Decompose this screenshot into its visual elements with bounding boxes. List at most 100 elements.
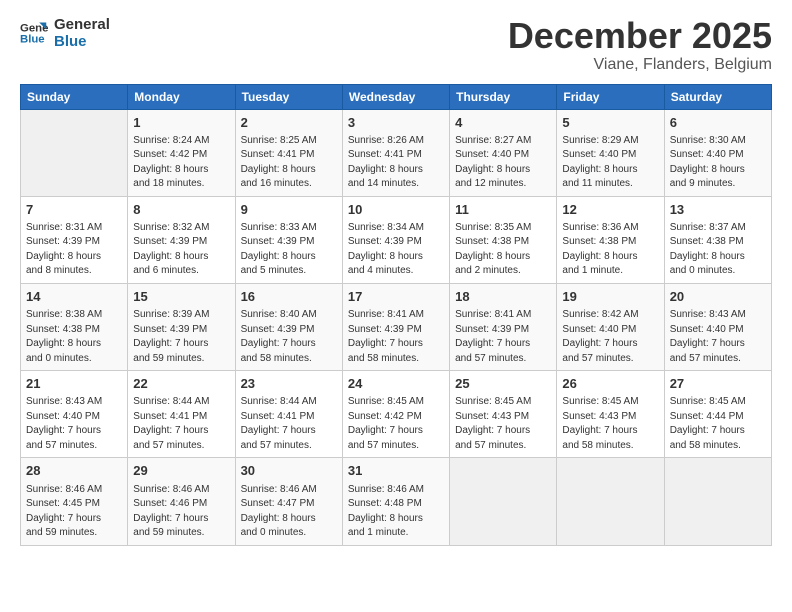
day-info: Sunrise: 8:30 AM Sunset: 4:40 PM Dayligh… [670,134,766,192]
location-subtitle: Viane, Flanders, Belgium [508,56,772,74]
day-info: Sunrise: 8:46 AM Sunset: 4:47 PM Dayligh… [241,483,337,541]
day-cell: 29 Sunrise: 8:46 AM Sunset: 4:46 PM Dayli… [128,458,235,545]
day-number: 29 [133,462,229,480]
title-section: December 2025 Viane, Flanders, Belgium [508,16,772,74]
day-info: Sunrise: 8:42 AM Sunset: 4:40 PM Dayligh… [562,308,658,366]
logo-blue: Blue [54,33,110,50]
day-info: Sunrise: 8:43 AM Sunset: 4:40 PM Dayligh… [26,395,122,453]
day-cell: 20 Sunrise: 8:43 AM Sunset: 4:40 PM Dayli… [664,283,771,370]
day-info: Sunrise: 8:43 AM Sunset: 4:40 PM Dayligh… [670,308,766,366]
week-row-4: 21Sunrise: 8:43 AM Sunset: 4:40 PM Dayli… [21,371,772,458]
day-number: 2 [241,114,337,132]
day-info: Sunrise: 8:27 AM Sunset: 4:40 PM Dayligh… [455,134,551,192]
day-cell: 24Sunrise: 8:45 AM Sunset: 4:42 PM Dayli… [342,371,449,458]
day-info: Sunrise: 8:39 AM Sunset: 4:39 PM Dayligh… [133,308,229,366]
day-info: Sunrise: 8:44 AM Sunset: 4:41 PM Dayligh… [241,395,337,453]
day-number: 30 [241,462,337,480]
day-cell: 28 Sunrise: 8:46 AM Sunset: 4:45 PM Dayli… [21,458,128,545]
day-cell: 2 Sunrise: 8:25 AM Sunset: 4:41 PM Daylig… [235,109,342,196]
day-number: 19 [562,288,658,306]
main-container: General Blue General Blue December 2025 … [0,0,792,556]
day-info: Sunrise: 8:45 AM Sunset: 4:43 PM Dayligh… [562,395,658,453]
day-number: 16 [241,288,337,306]
day-number: 12 [562,201,658,219]
day-number: 20 [670,288,766,306]
day-number: 4 [455,114,551,132]
day-cell: 15 Sunrise: 8:39 AM Sunset: 4:39 PM Dayli… [128,283,235,370]
day-info: Sunrise: 8:36 AM Sunset: 4:38 PM Dayligh… [562,221,658,279]
day-number: 10 [348,201,444,219]
day-info: Sunrise: 8:26 AM Sunset: 4:41 PM Dayligh… [348,134,444,192]
day-number: 24 [348,375,444,393]
day-number: 5 [562,114,658,132]
day-number: 17 [348,288,444,306]
day-info: Sunrise: 8:45 AM Sunset: 4:44 PM Dayligh… [670,395,766,453]
day-number: 13 [670,201,766,219]
day-cell: 1Sunrise: 8:24 AM Sunset: 4:42 PM Daylig… [128,109,235,196]
col-header-wednesday: Wednesday [342,84,449,109]
col-header-saturday: Saturday [664,84,771,109]
month-title: December 2025 [508,16,772,56]
day-cell: 7 Sunrise: 8:31 AM Sunset: 4:39 PM Daylig… [21,196,128,283]
day-number: 18 [455,288,551,306]
day-info: Sunrise: 8:46 AM Sunset: 4:46 PM Dayligh… [133,483,229,541]
day-info: Sunrise: 8:46 AM Sunset: 4:45 PM Dayligh… [26,483,122,541]
col-header-thursday: Thursday [450,84,557,109]
day-number: 22 [133,375,229,393]
day-info: Sunrise: 8:44 AM Sunset: 4:41 PM Dayligh… [133,395,229,453]
day-number: 15 [133,288,229,306]
day-info: Sunrise: 8:45 AM Sunset: 4:43 PM Dayligh… [455,395,551,453]
day-number: 9 [241,201,337,219]
day-number: 23 [241,375,337,393]
day-cell: 21Sunrise: 8:43 AM Sunset: 4:40 PM Dayli… [21,371,128,458]
day-cell [664,458,771,545]
col-header-friday: Friday [557,84,664,109]
day-cell: 16Sunrise: 8:40 AM Sunset: 4:39 PM Dayli… [235,283,342,370]
day-cell: 5Sunrise: 8:29 AM Sunset: 4:40 PM Daylig… [557,109,664,196]
day-cell: 22 Sunrise: 8:44 AM Sunset: 4:41 PM Dayli… [128,371,235,458]
header: General Blue General Blue December 2025 … [20,16,772,74]
day-cell: 31Sunrise: 8:46 AM Sunset: 4:48 PM Dayli… [342,458,449,545]
day-info: Sunrise: 8:38 AM Sunset: 4:38 PM Dayligh… [26,308,122,366]
day-cell: 3 Sunrise: 8:26 AM Sunset: 4:41 PM Daylig… [342,109,449,196]
day-cell [450,458,557,545]
day-number: 14 [26,288,122,306]
day-info: Sunrise: 8:37 AM Sunset: 4:38 PM Dayligh… [670,221,766,279]
day-cell [557,458,664,545]
day-info: Sunrise: 8:41 AM Sunset: 4:39 PM Dayligh… [455,308,551,366]
day-info: Sunrise: 8:25 AM Sunset: 4:41 PM Dayligh… [241,134,337,192]
day-cell: 8 Sunrise: 8:32 AM Sunset: 4:39 PM Daylig… [128,196,235,283]
week-row-3: 14 Sunrise: 8:38 AM Sunset: 4:38 PM Dayli… [21,283,772,370]
day-cell: 10 Sunrise: 8:34 AM Sunset: 4:39 PM Dayli… [342,196,449,283]
day-info: Sunrise: 8:41 AM Sunset: 4:39 PM Dayligh… [348,308,444,366]
logo-icon: General Blue [20,19,48,47]
day-number: 28 [26,462,122,480]
week-row-5: 28 Sunrise: 8:46 AM Sunset: 4:45 PM Dayli… [21,458,772,545]
calendar-header-row: SundayMondayTuesdayWednesdayThursdayFrid… [21,84,772,109]
week-row-2: 7 Sunrise: 8:31 AM Sunset: 4:39 PM Daylig… [21,196,772,283]
col-header-monday: Monday [128,84,235,109]
svg-text:Blue: Blue [20,34,45,46]
day-number: 3 [348,114,444,132]
day-cell: 26Sunrise: 8:45 AM Sunset: 4:43 PM Dayli… [557,371,664,458]
day-number: 25 [455,375,551,393]
day-cell: 11Sunrise: 8:35 AM Sunset: 4:38 PM Dayli… [450,196,557,283]
col-header-sunday: Sunday [21,84,128,109]
day-cell: 4 Sunrise: 8:27 AM Sunset: 4:40 PM Daylig… [450,109,557,196]
week-row-1: 1Sunrise: 8:24 AM Sunset: 4:42 PM Daylig… [21,109,772,196]
day-number: 7 [26,201,122,219]
day-cell: 25 Sunrise: 8:45 AM Sunset: 4:43 PM Dayli… [450,371,557,458]
day-info: Sunrise: 8:31 AM Sunset: 4:39 PM Dayligh… [26,221,122,279]
calendar-table: SundayMondayTuesdayWednesdayThursdayFrid… [20,84,772,546]
logo-general: General [54,16,110,33]
col-header-tuesday: Tuesday [235,84,342,109]
day-cell: 14 Sunrise: 8:38 AM Sunset: 4:38 PM Dayli… [21,283,128,370]
day-info: Sunrise: 8:32 AM Sunset: 4:39 PM Dayligh… [133,221,229,279]
day-cell: 30 Sunrise: 8:46 AM Sunset: 4:47 PM Dayli… [235,458,342,545]
day-cell: 18 Sunrise: 8:41 AM Sunset: 4:39 PM Dayli… [450,283,557,370]
day-cell: 13 Sunrise: 8:37 AM Sunset: 4:38 PM Dayli… [664,196,771,283]
day-info: Sunrise: 8:34 AM Sunset: 4:39 PM Dayligh… [348,221,444,279]
day-cell: 17 Sunrise: 8:41 AM Sunset: 4:39 PM Dayli… [342,283,449,370]
day-number: 8 [133,201,229,219]
day-number: 11 [455,201,551,219]
